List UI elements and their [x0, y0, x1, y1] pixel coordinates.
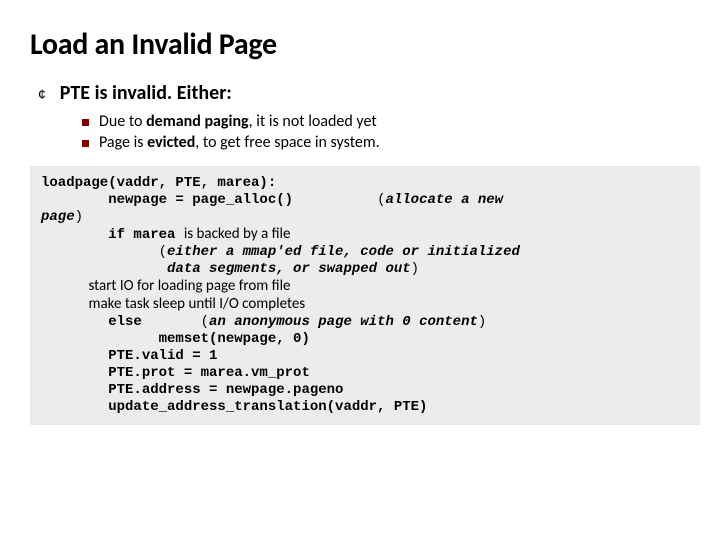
- code-line: if marea is backed by a file: [41, 226, 689, 244]
- code-line: make task sleep until I/O completes: [41, 296, 689, 314]
- square-bullet-icon: [82, 140, 89, 147]
- bullet-level2-text: Due to demand paging, it is not loaded y…: [99, 112, 377, 131]
- code-line: PTE.valid = 1: [41, 348, 689, 365]
- slide: Load an Invalid Page ¢ PTE is invalid. E…: [0, 0, 720, 540]
- code-line: else (an anonymous page with 0 content): [41, 314, 689, 331]
- code-line: page): [41, 209, 689, 226]
- code-line: PTE.address = newpage.pageno: [41, 382, 689, 399]
- slide-title: Load an Invalid Page: [30, 26, 690, 63]
- code-line: loadpage(vaddr, PTE, marea):: [41, 175, 689, 192]
- code-line: update_address_translation(vaddr, PTE): [41, 399, 689, 416]
- bullet-level2-text: Page is evicted, to get free space in sy…: [99, 133, 380, 152]
- square-bullet-icon: [82, 119, 89, 126]
- bullet-level1-text: PTE is invalid. Either:: [60, 81, 232, 105]
- circle-bullet-icon: ¢: [38, 82, 46, 106]
- code-line: data segments, or swapped out): [41, 261, 689, 278]
- code-line: memset(newpage, 0): [41, 331, 689, 348]
- code-line: newpage = page_alloc() (allocate a new: [41, 192, 689, 209]
- code-line: start IO for loading page from file: [41, 278, 689, 296]
- code-block: loadpage(vaddr, PTE, marea): newpage = p…: [30, 166, 700, 425]
- bullet-level1: ¢ PTE is invalid. Either:: [38, 81, 690, 106]
- bullet-level2: Due to demand paging, it is not loaded y…: [82, 112, 690, 131]
- code-line: (either a mmap'ed file, code or initiali…: [41, 244, 689, 261]
- code-line: PTE.prot = marea.vm_prot: [41, 365, 689, 382]
- bullet-level2: Page is evicted, to get free space in sy…: [82, 133, 690, 152]
